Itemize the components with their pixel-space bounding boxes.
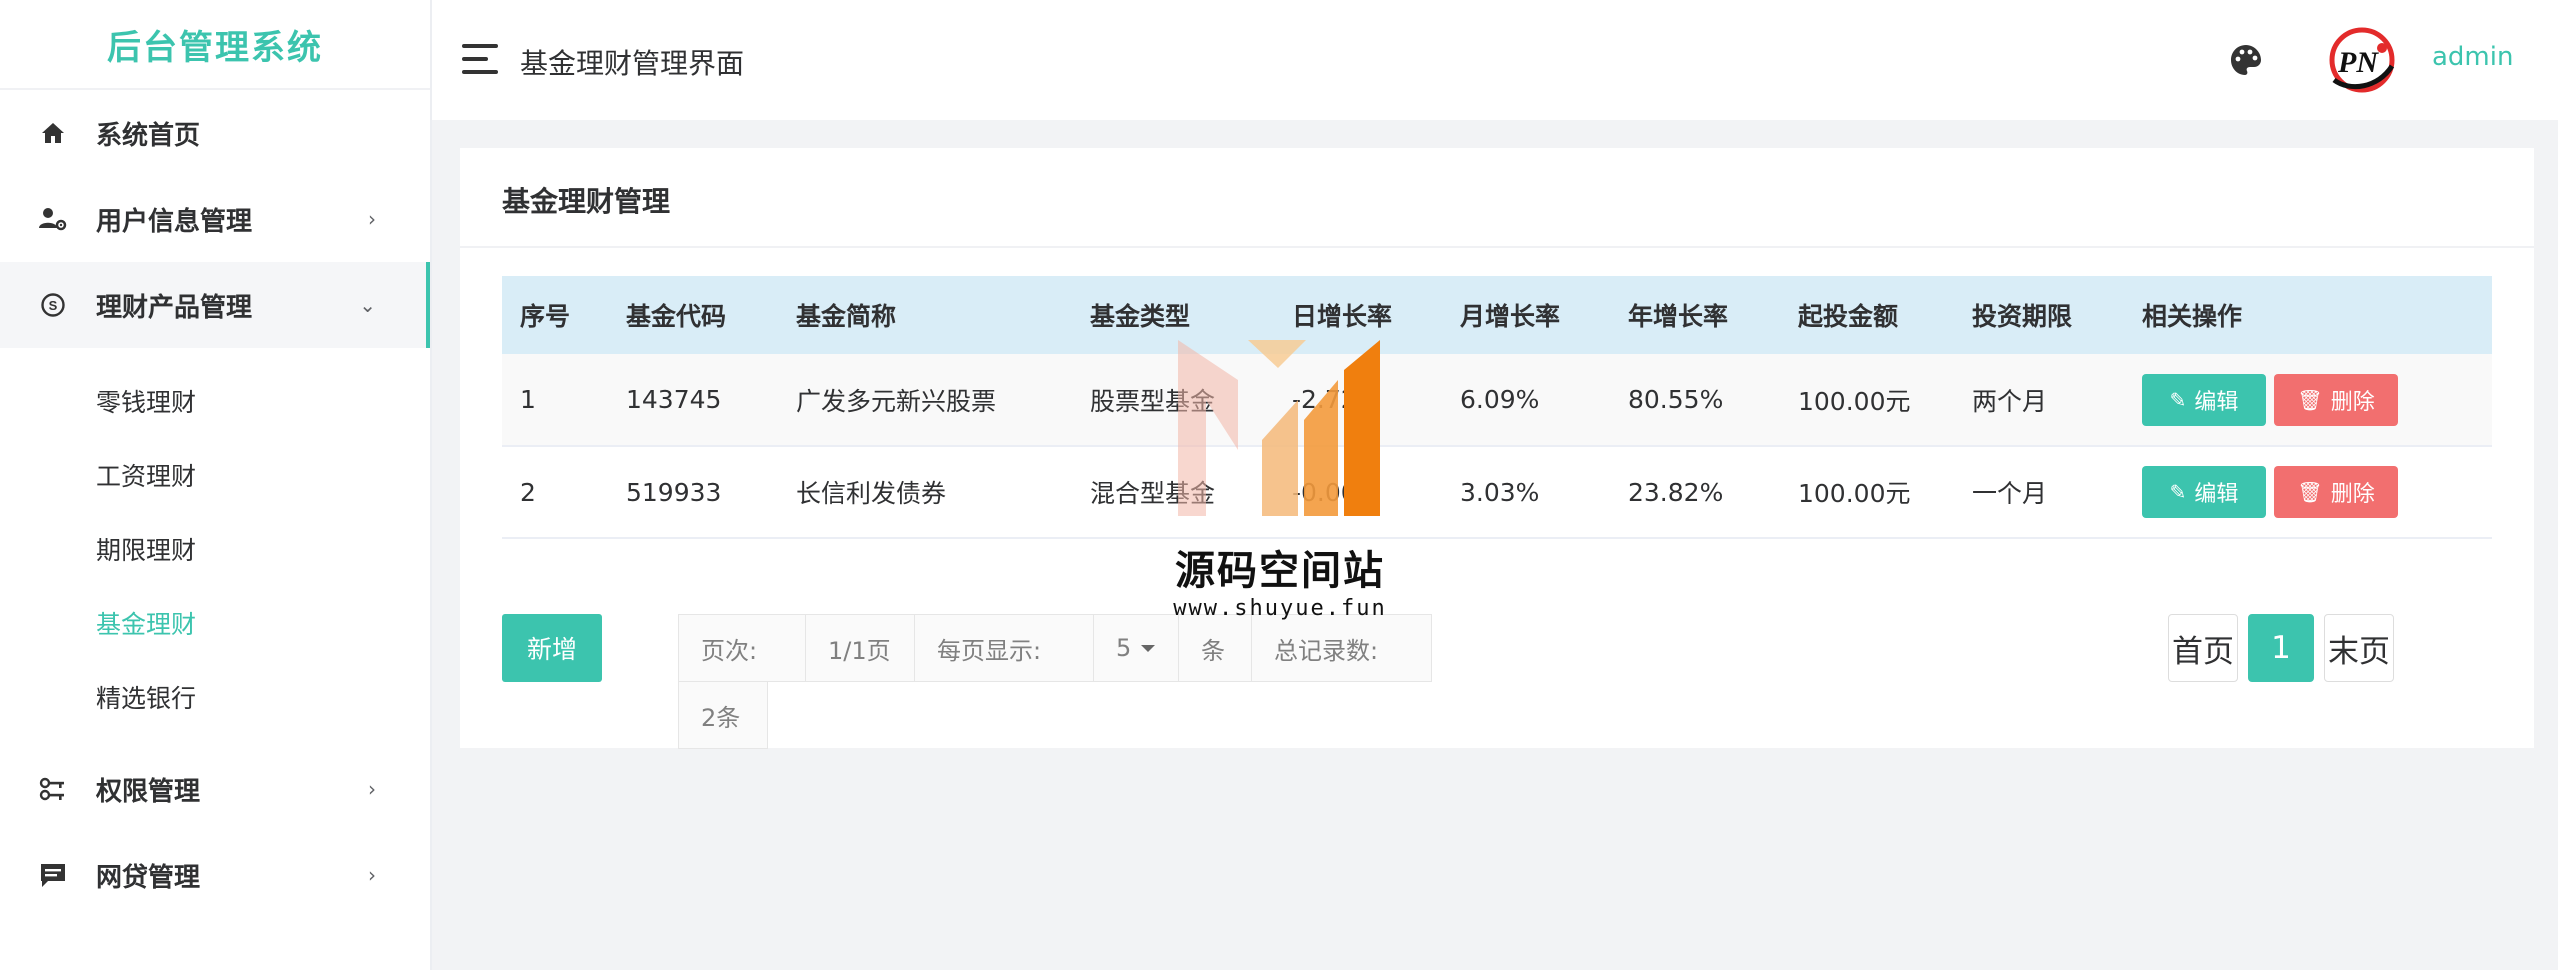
topbar: 基金理财管理界面 PN admin: [432, 0, 2558, 120]
edit-button[interactable]: ✎ 编辑: [2142, 466, 2266, 518]
cell-code: 519933: [626, 477, 722, 507]
sidebar-item-label: 系统首页: [96, 120, 201, 151]
sidebar-item-permissions[interactable]: 权限管理 ›: [0, 746, 430, 832]
last-page-button[interactable]: 末页: [2324, 614, 2394, 682]
cell-term: 两个月: [1972, 386, 2048, 416]
sidebar-item-finance-products[interactable]: S 理财产品管理 ⌄: [0, 262, 430, 348]
per-page-value: 5: [1116, 634, 1132, 662]
cell-no: 1: [520, 385, 536, 414]
submenu-item-change[interactable]: 零钱理财: [0, 364, 430, 438]
column-header: 起投金额: [1798, 302, 1899, 331]
column-header: 基金代码: [626, 302, 727, 331]
per-page-label: 每页显示:: [914, 614, 1094, 682]
cell-actions: ✎ 编辑 🗑 删除: [2124, 354, 2492, 446]
chevron-right-icon: ›: [368, 863, 376, 887]
delete-label: 删除: [2330, 389, 2375, 415]
cell-day-rate: -0.00: [1292, 477, 1357, 507]
brand-title: 后台管理系统: [107, 27, 323, 68]
cell-type: 股票型基金: [1090, 386, 1216, 416]
column-header: 基金简称: [796, 302, 897, 331]
table-row: 2 519933 长信利发债券 混合型基金 -0.00 3.03% 23.82%…: [502, 446, 2492, 538]
caret-down-icon: [1141, 644, 1156, 652]
table-row: 1 143745 广发多元新兴股票 股票型基金 -2.72 6.09% 80.5…: [502, 354, 2492, 446]
user-settings-icon: [38, 204, 68, 234]
edit-label: 编辑: [2194, 389, 2239, 415]
menu-toggle-icon[interactable]: [462, 44, 498, 74]
home-icon: [38, 118, 68, 148]
svg-text:S: S: [49, 298, 58, 313]
sidebar-item-label: 网贷管理: [96, 862, 201, 893]
delete-label: 删除: [2330, 482, 2375, 507]
cell-day-rate: -2.72: [1292, 385, 1357, 414]
column-header: 日增长率: [1292, 302, 1393, 331]
per-page-select[interactable]: 5: [1093, 614, 1179, 682]
cell-no: 2: [520, 477, 536, 507]
submenu-finance: 零钱理财 工资理财 期限理财 基金理财 精选银行: [0, 348, 430, 746]
chevron-right-icon: ›: [368, 207, 376, 231]
column-header: 年增长率: [1628, 302, 1729, 331]
brand: 后台管理系统: [0, 0, 430, 90]
cell-year-rate: 23.82%: [1628, 477, 1724, 507]
trash-icon: 🗑: [2297, 480, 2323, 504]
submenu-item-term[interactable]: 期限理财: [0, 512, 430, 586]
chevron-down-icon: ⌄: [359, 293, 376, 317]
column-header: 月增长率: [1460, 302, 1561, 331]
svg-text:PN: PN: [2337, 46, 2379, 79]
cell-name: 广发多元新兴股票: [796, 386, 997, 416]
column-header: 投资期限: [1972, 302, 2073, 331]
edit-button[interactable]: ✎ 编辑: [2142, 373, 2266, 426]
cell-code: 143745: [626, 385, 722, 414]
key-icon: [38, 774, 68, 804]
submenu-item-fund[interactable]: 基金理财: [0, 586, 430, 660]
cell-actions: ✎ 编辑 🗑 删除: [2124, 446, 2492, 538]
column-header: 序号: [520, 302, 571, 331]
sidebar-item-label: 用户信息管理: [96, 206, 253, 237]
cell-type: 混合型基金: [1090, 479, 1216, 508]
page-title: 基金理财管理界面: [520, 47, 745, 80]
column-header: 相关操作: [2142, 302, 2243, 331]
sidebar: 后台管理系统 系统首页 用户信息管理 › S 理财产品管理 ⌄ 零钱理财 工资理…: [0, 0, 432, 970]
sidebar-item-label: 权限管理: [96, 776, 201, 807]
cell-name: 长信利发债券: [796, 479, 947, 508]
pencil-icon: ✎: [2169, 480, 2187, 504]
avatar[interactable]: PN: [2320, 22, 2400, 102]
message-icon: [38, 860, 68, 890]
total-label: 总记录数:: [1251, 614, 1432, 682]
edit-label: 编辑: [2194, 482, 2239, 507]
total-value: 2条: [678, 681, 768, 749]
username[interactable]: admin: [2432, 42, 2513, 72]
sidebar-item-loans[interactable]: 网贷管理 ›: [0, 832, 430, 918]
palette-icon[interactable]: [2228, 42, 2264, 78]
submenu-item-bank[interactable]: 精选银行: [0, 660, 430, 734]
cell-term: 一个月: [1972, 479, 2048, 508]
cell-month-rate: 6.09%: [1460, 385, 1540, 414]
table-header-row: 序号 基金代码 基金简称 基金类型 日增长率 月增长率 年增长率 起投金额 投资…: [502, 276, 2492, 354]
pencil-icon: ✎: [2169, 387, 2187, 412]
column-header: 基金类型: [1090, 302, 1191, 331]
page-value: 1/1页: [805, 614, 915, 682]
finance-icon: S: [38, 290, 68, 320]
card-title: 基金理财管理: [460, 148, 2534, 248]
pager: 首页 1 末页: [2168, 614, 2394, 682]
chevron-right-icon: ›: [368, 777, 376, 801]
page-label: 页次:: [678, 614, 806, 682]
sidebar-item-home[interactable]: 系统首页: [0, 90, 430, 176]
fund-card: 基金理财管理 序号 基金代码 基金简称 基金类型 日增长率 月增长率 年增长率 …: [460, 148, 2534, 749]
delete-button[interactable]: 🗑 删除: [2274, 466, 2398, 518]
sidebar-item-label: 理财产品管理: [96, 292, 253, 323]
submenu-item-salary[interactable]: 工资理财: [0, 438, 430, 512]
add-button[interactable]: 新增: [502, 614, 602, 682]
trash-icon: 🗑: [2297, 387, 2323, 412]
cell-min-amount: 100.00元: [1798, 386, 1911, 416]
current-page-button[interactable]: 1: [2248, 614, 2314, 682]
delete-button[interactable]: 🗑 删除: [2274, 373, 2398, 426]
first-page-button[interactable]: 首页: [2168, 614, 2238, 682]
cell-year-rate: 80.55%: [1628, 385, 1724, 414]
cell-month-rate: 3.03%: [1460, 477, 1540, 507]
cell-min-amount: 100.00元: [1798, 479, 1911, 508]
sidebar-item-user-info[interactable]: 用户信息管理 ›: [0, 176, 430, 262]
per-page-unit: 条: [1178, 614, 1252, 682]
fund-table: 序号 基金代码 基金简称 基金类型 日增长率 月增长率 年增长率 起投金额 投资…: [502, 276, 2492, 539]
